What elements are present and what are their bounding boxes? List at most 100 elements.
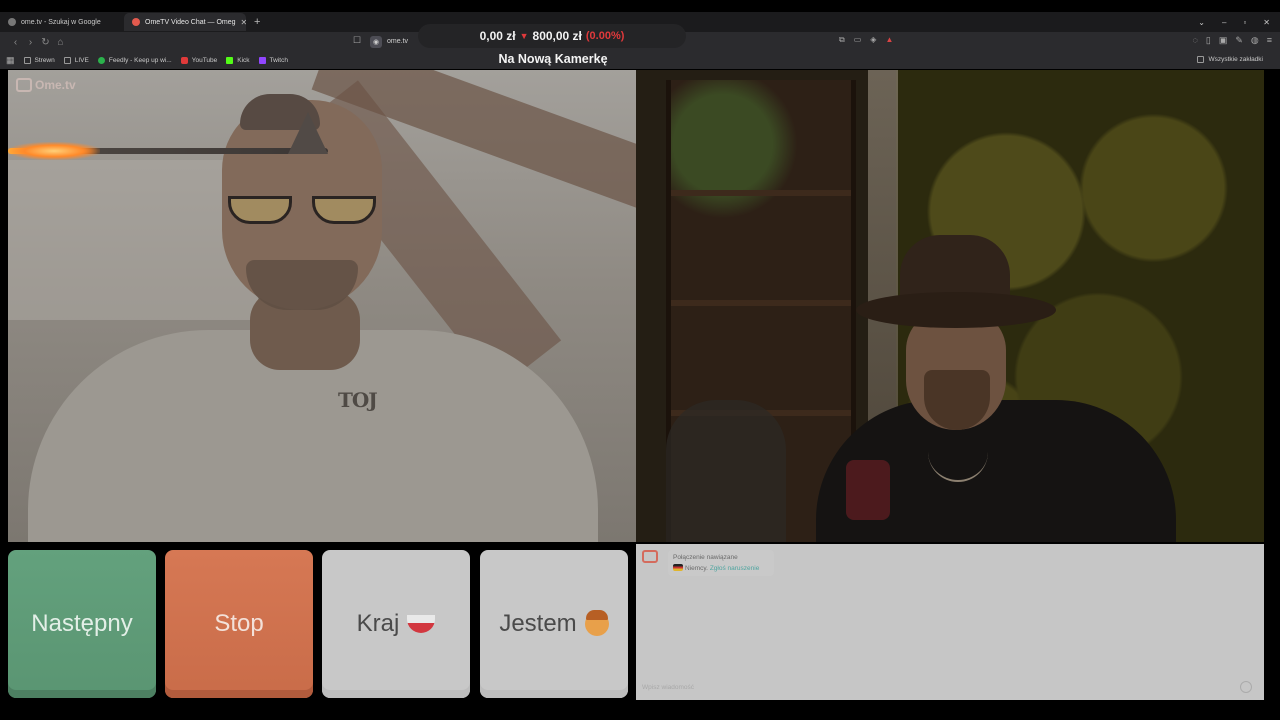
- tab-google-search[interactable]: ome.tv - Szukaj w Google: [0, 13, 122, 31]
- bookmark-feedly[interactable]: Feedly - Keep up wi...: [97, 57, 172, 64]
- connection-status: Połączenie nawiązane: [673, 554, 738, 561]
- restore-icon[interactable]: ▫: [1243, 18, 1246, 27]
- shirt-logo: [846, 460, 890, 520]
- watermark-text: Ome.tv: [35, 78, 76, 92]
- kick-icon: [226, 57, 234, 64]
- window-controls: ⌄ – ▫ ✕: [1198, 18, 1280, 27]
- message-input[interactable]: Wpisz wiadomość: [642, 680, 1252, 694]
- twitch-icon: [258, 57, 266, 64]
- feedly-icon: [97, 57, 105, 64]
- apps-grid-icon[interactable]: ▦: [6, 55, 15, 66]
- system-message: Połączenie nawiązane Niemcy. Zgłoś narus…: [668, 550, 774, 576]
- bookmark-label: Kick: [237, 57, 250, 64]
- glasses-lens: [228, 196, 292, 224]
- bookmark-label: LIVE: [74, 57, 89, 64]
- down-arrow-icon: ▼: [519, 31, 529, 41]
- all-bookmarks[interactable]: Wszystkie zakładki: [1197, 56, 1263, 63]
- bookmark-icon[interactable]: ☐: [353, 35, 361, 46]
- glasses: [228, 196, 376, 226]
- close-icon[interactable]: ✕: [241, 18, 246, 27]
- bookmark-label: Strewn: [34, 57, 55, 64]
- arrowhead-icon: [288, 112, 328, 154]
- shelf-board: [671, 190, 851, 196]
- all-bookmarks-label: Wszystkie zakładki: [1208, 56, 1263, 63]
- bookmark-live[interactable]: LIVE: [63, 57, 89, 64]
- youtube-icon: [180, 57, 188, 64]
- next-label: Następny: [31, 610, 133, 637]
- germany-flag-icon: [673, 564, 683, 571]
- tab-label: ome.tv - Szukaj w Google: [21, 18, 101, 26]
- hat-brim: [856, 292, 1056, 328]
- chevron-down-icon[interactable]: ⌄: [1198, 18, 1205, 27]
- bookmark-twitch[interactable]: Twitch: [258, 57, 288, 64]
- new-tab-button[interactable]: +: [248, 16, 266, 28]
- chat-controls: Następny Stop Kraj Jestem: [8, 550, 628, 700]
- fire-effect: [8, 142, 100, 160]
- ticker-value-1: 0,00 zł: [479, 29, 516, 43]
- price-ticker: 0,00 zł ▼ 800,00 zł (0.00%): [418, 24, 686, 48]
- ometv-logo-icon: [16, 78, 32, 92]
- reload-icon[interactable]: ↻: [38, 37, 53, 48]
- video-area: TOJ Ome.tv: [8, 70, 1264, 542]
- report-link[interactable]: Zgłoś naruszenie: [710, 565, 760, 572]
- ometv-watermark: Ome.tv: [16, 78, 76, 92]
- forward-icon[interactable]: ›: [23, 37, 38, 48]
- ometv-icon: [132, 18, 140, 26]
- ometv-logo-icon: [642, 550, 658, 563]
- cast-icon[interactable]: ▭: [854, 35, 862, 45]
- site-info-icon[interactable]: ◉: [370, 35, 382, 48]
- sidebar-icon[interactable]: ▯: [1206, 35, 1211, 46]
- folder-icon: [23, 57, 31, 64]
- wallet-icon[interactable]: ▣: [1219, 35, 1228, 46]
- remote-video: TOJ Ome.tv: [8, 70, 636, 542]
- extension-icons: ⧉ ▭ ◈ ▲: [839, 35, 893, 45]
- stop-button[interactable]: Stop: [165, 550, 313, 698]
- necklace: [928, 422, 988, 482]
- folder-icon: [1197, 56, 1205, 63]
- chat-icon[interactable]: ◌: [1193, 35, 1198, 46]
- bookmark-label: Feedly - Keep up wi...: [108, 57, 172, 64]
- plant: [671, 80, 801, 240]
- glasses-lens: [312, 196, 376, 224]
- browser-menu-icons: ◌ ▯ ▣ ✎ ◍ ≡: [1193, 35, 1273, 46]
- country-button[interactable]: Kraj: [322, 550, 470, 698]
- shield-icon[interactable]: ◈: [870, 35, 876, 45]
- poland-flag-icon: [407, 615, 436, 633]
- ticker-change: (0.00%): [585, 30, 625, 42]
- minimize-icon[interactable]: –: [1222, 18, 1226, 27]
- bookmark-strewn[interactable]: Strewn: [23, 57, 55, 64]
- tab-label: OmeTV Video Chat — Omeg: [145, 18, 236, 26]
- emoji-icon[interactable]: [1240, 681, 1252, 693]
- chat-panel: Połączenie nawiązane Niemcy. Zgłoś narus…: [636, 544, 1264, 700]
- person-arm: [666, 400, 786, 542]
- stop-label: Stop: [214, 610, 264, 637]
- local-video: [636, 70, 1264, 542]
- google-icon: [8, 18, 16, 26]
- folder-icon: [63, 57, 71, 64]
- vpn-icon[interactable]: ◍: [1251, 35, 1259, 46]
- back-icon[interactable]: ‹: [8, 37, 23, 48]
- menu-icon[interactable]: ≡: [1267, 35, 1272, 46]
- home-icon[interactable]: ⌂: [53, 37, 68, 48]
- bookmark-youtube[interactable]: YouTube: [180, 57, 217, 64]
- translate-icon[interactable]: ⧉: [839, 35, 845, 45]
- gender-label: Jestem: [499, 610, 577, 637]
- wall: [8, 160, 258, 320]
- screen: ome.tv - Szukaj w Google OmeTV Video Cha…: [0, 0, 1280, 720]
- ticker-value-2: 800,00 zł: [532, 29, 582, 43]
- pin-icon[interactable]: ✎: [1235, 35, 1243, 46]
- shelf-board: [671, 300, 851, 306]
- close-window-icon[interactable]: ✕: [1263, 18, 1270, 27]
- partner-country: Niemcy. Zgłoś naruszenie: [673, 563, 769, 574]
- warning-icon[interactable]: ▲: [885, 35, 893, 45]
- stream-overlay-title: Na Nową Kamerkę: [498, 52, 608, 66]
- shirt-print: TOJ: [338, 388, 378, 412]
- boy-emoji-icon: [584, 610, 609, 636]
- tab-ometv[interactable]: OmeTV Video Chat — Omeg ✕: [124, 13, 246, 31]
- next-button[interactable]: Następny: [8, 550, 156, 698]
- bookmark-kick[interactable]: Kick: [226, 57, 250, 64]
- country-name: Niemcy.: [685, 565, 708, 572]
- bookmark-label: Twitch: [269, 57, 288, 64]
- gender-button[interactable]: Jestem: [480, 550, 628, 698]
- url-text: ome.tv: [387, 38, 409, 45]
